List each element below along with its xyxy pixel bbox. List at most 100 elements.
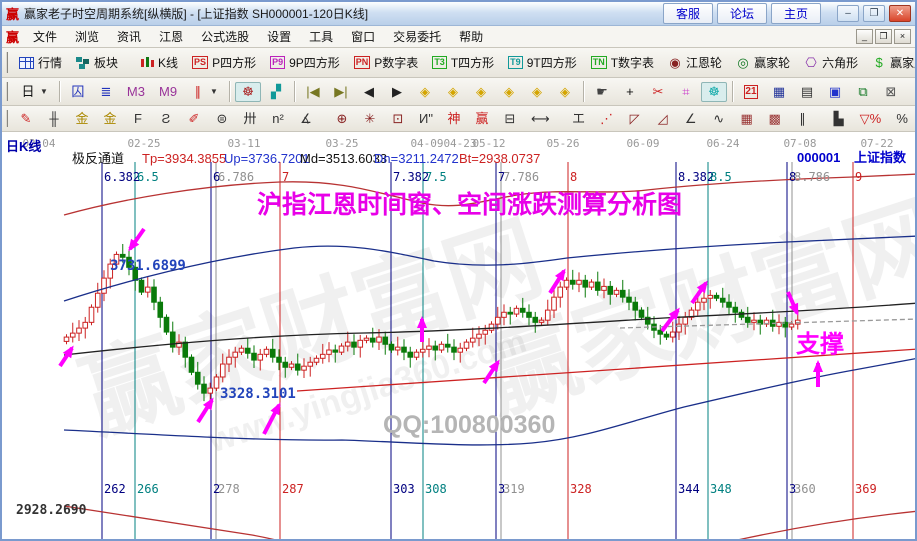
pct-retrace-tool[interactable]: ▽% [854,109,888,129]
t-square-button[interactable]: T3 T四方形 [426,51,500,74]
fan-box-tool[interactable]: ◸ [622,109,648,129]
candle-body [426,345,432,350]
send-tool[interactable]: ⊠ [878,82,904,102]
gold-square2-tool[interactable]: 金 [97,109,123,129]
menu-6[interactable]: 工具 [300,26,342,47]
pattern-window-tool[interactable]: 囚 [65,82,91,102]
win-grid-tool-icon: 赢 [475,110,489,126]
maximize-button[interactable]: ❐ [863,5,885,22]
9p-square-button[interactable]: P9 9P四方形 [264,51,346,74]
chart-m9-tool[interactable]: M9 [153,82,183,102]
zigzag-tool[interactable]: ∿ [706,109,732,129]
next-bar-button[interactable]: ▶ [384,82,410,102]
menu-1[interactable]: 浏览 [66,26,108,47]
gann-wheel-button-icon: ◉ [669,54,681,70]
comb-tool[interactable]: 卅 [237,109,263,129]
n-square-tool[interactable]: n² [265,109,291,129]
menu-2[interactable]: 资讯 [108,26,150,47]
save-tool[interactable]: ▣ [822,82,848,102]
winner-wheel-button[interactable]: ◎ 赢家轮 [730,51,796,74]
diamond-star-tool[interactable]: ◈ [524,82,550,102]
shen-grid-tool[interactable]: 神 [441,109,467,129]
p-table-button[interactable]: PN P数字表 [348,51,425,74]
win-grid-tool[interactable]: 赢 [469,109,495,129]
sectors-button[interactable]: 板块 [70,51,124,74]
calendar-tool[interactable]: 21 [738,82,764,102]
period-day-dropdown[interactable]: 日 ▼ [15,82,54,102]
gann-target-tool[interactable]: ⊕ [329,109,355,129]
pen-tool[interactable]: ✎ [13,109,39,129]
diamond-left-tool[interactable]: ◈ [412,82,438,102]
hexagon-button[interactable]: ⎔ 六角形 [798,51,864,74]
menu-7[interactable]: 窗口 [342,26,384,47]
t-table-button[interactable]: TN T数字表 [585,51,660,74]
export-tool[interactable]: ⧉ [850,82,876,102]
spiral-tool[interactable]: Ƨ [153,109,179,129]
box-target-tool[interactable]: ⊡ [385,109,411,129]
forum-button[interactable]: 论坛 [716,3,767,24]
fan-box2-tool[interactable]: ◿ [650,109,676,129]
mdi-minimize-button[interactable]: _ [856,29,873,44]
circle-ruler-tool[interactable]: ⊜ [209,109,235,129]
mdi-close-button[interactable]: × [894,29,911,44]
chart-m3-tool[interactable]: M3 [121,82,151,102]
note-list-tool[interactable]: ≣ [93,82,119,102]
crosshair-tool[interactable]: + [617,82,643,102]
first-bar-button[interactable]: |◀ [300,82,326,102]
kline-button[interactable]: K线 [134,51,184,74]
menu-9[interactable]: 帮助 [450,26,492,47]
gold-square-tool[interactable]: 金 [69,109,95,129]
hand-drag-tool[interactable]: ☛ [589,82,615,102]
hexagon-button-label: 六角形 [822,56,859,70]
cyan-wheel-tool[interactable]: ☸ [700,81,727,102]
diamond-right-tool[interactable]: ◈ [440,82,466,102]
f-square-tool[interactable]: F [125,109,151,129]
candle-style-dropdown[interactable]: ∥ ▼ [185,82,224,102]
diamond-center-tool[interactable]: ◈ [552,82,578,102]
parallel-tool[interactable]: ∥ [790,109,816,129]
ruler-123-tool[interactable]: ⊟ [497,109,523,129]
close-button[interactable]: ✕ [889,5,911,22]
winner-service-button[interactable]: $ 赢家服务 [866,51,915,74]
calculator-tool[interactable]: ▦ [766,82,792,102]
memo-tool[interactable]: ▤ [794,82,820,102]
menu-5[interactable]: 设置 [258,26,300,47]
menu-8[interactable]: 交易委托 [384,26,450,47]
fan-lines-tool[interactable]: ⋰ [594,109,620,129]
menu-4[interactable]: 公式选股 [192,26,258,47]
volume-chart-tool[interactable]: ▞ [263,82,289,102]
beam-tool[interactable]: エ [566,109,592,129]
last-bar-button[interactable]: ▶| [328,82,354,102]
erase-mark-tool[interactable]: ✂ [645,82,671,102]
diamond-compress-tool[interactable]: ◈ [496,82,522,102]
gann-wheel-red-tool[interactable]: ☸ [234,81,261,102]
customer-service-button[interactable]: 客服 [662,3,713,24]
starburst-tool[interactable]: ✳ [357,109,383,129]
candle-body [744,316,751,323]
angle-line-tool[interactable]: ∠ [678,109,704,129]
red-grid2-tool[interactable]: ▩ [762,109,788,129]
pct-tool[interactable]: % [889,109,915,129]
diamond-center-tool-icon: ◈ [559,83,570,99]
9t-square-button[interactable]: T9 9T四方形 [502,51,583,74]
p-square-button[interactable]: PS P四方形 [186,51,262,74]
quotes-button[interactable]: 行情 [13,51,68,74]
mdi-restore-button[interactable]: ❐ [875,29,892,44]
depth-bars-tool[interactable]: ▙ [826,109,852,129]
k-notation-tool[interactable]: И" [413,109,439,129]
diamond-expand-tool[interactable]: ◈ [468,82,494,102]
menu-3[interactable]: 江恩 [150,26,192,47]
marker-tool[interactable]: ✐ [181,109,207,129]
gann-wheel-button[interactable]: ◉ 江恩轮 [662,51,728,74]
minimize-button[interactable]: – [837,5,859,22]
prev-bar-button[interactable]: ◀ [356,82,382,102]
homepage-button[interactable]: 主页 [770,3,821,24]
red-grid-tool[interactable]: ▦ [734,109,760,129]
protractor-tool[interactable]: ∡ [293,109,319,129]
h-span-tool[interactable]: ⟷ [525,109,556,129]
menu-0[interactable]: 文件 [24,26,66,47]
last-bar-button-icon: ▶| [334,83,348,99]
gann-grid-tool[interactable]: ╫ [41,109,67,129]
pink-grid-tool[interactable]: ⌗ [673,82,699,102]
chart-pane[interactable]: 赢家财富网 www.yingjia360.com 赢家财富网 02-04 02-25 0… [2,132,915,539]
